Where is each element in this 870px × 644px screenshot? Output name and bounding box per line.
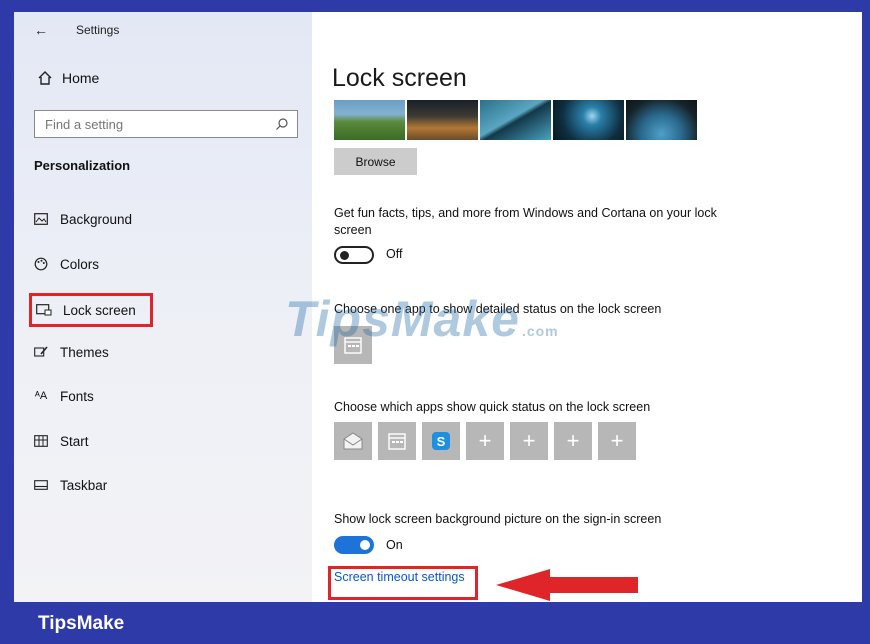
palette-icon [32,257,50,271]
background-thumbnail[interactable] [553,100,624,140]
plus-icon: + [478,428,492,453]
toggle-knob [340,251,349,260]
plus-icon: + [522,428,536,453]
search-input[interactable] [43,115,257,133]
fun-facts-state: Off [386,247,403,261]
search-box[interactable] [34,110,298,138]
footer-brand: TipsMake [38,613,125,634]
background-thumbnail[interactable] [407,100,478,140]
background-thumbnails [334,100,697,140]
sidebar-item-colors[interactable]: Colors [32,252,99,276]
quick-status-skype-button[interactable]: S [422,422,460,460]
section-title: Personalization [34,158,131,173]
font-icon: ᴬA [34,390,48,402]
quick-status-label: Choose which apps show quick status on t… [334,400,651,414]
start-icon [32,434,50,448]
watermark-text: TipsMake [285,291,520,347]
sidebar-item-label: Fonts [60,388,94,404]
sidebar-item-label: Taskbar [60,477,108,493]
sidebar-item-label: Lock screen [63,302,136,318]
search-icon[interactable] [275,117,289,131]
sidebar-item-background[interactable]: Background [32,207,132,231]
sidebar-item-start[interactable]: Start [32,429,89,453]
background-thumbnail[interactable] [626,100,697,140]
right-frame-bar [862,12,870,602]
sidebar-item-label: Colors [60,256,100,272]
footer-bar: TipsMake [0,602,870,644]
mail-icon [343,432,363,450]
quick-status-add-button[interactable]: + [466,422,504,460]
brush-icon [32,345,50,359]
taskbar-icon [32,478,50,492]
back-arrow-icon[interactable]: ← [34,22,54,38]
plus-icon: + [610,428,624,453]
sidebar-item-taskbar[interactable]: Taskbar [32,473,107,497]
sidebar-item-label: Themes [60,344,109,360]
fun-facts-toggle[interactable] [334,246,374,264]
browse-button[interactable]: Browse [334,148,417,175]
lock-screen-icon [35,303,53,317]
plus-icon: + [566,428,580,453]
home-label: Home [62,70,100,86]
skype-icon: S [432,432,450,450]
toggle-knob [360,540,370,550]
screen-timeout-link[interactable]: Screen timeout settings [334,570,465,584]
signin-background-state: On [386,538,403,552]
title-bar: ← Settings [34,22,119,38]
home-icon [38,71,52,85]
quick-status-add-button[interactable]: + [598,422,636,460]
quick-status-calendar-button[interactable] [378,422,416,460]
page-title: Lock screen [332,64,467,92]
watermark-suffix: .com [521,323,559,339]
top-frame-bar [0,0,870,12]
picture-icon [32,212,50,226]
window-title: Settings [76,23,120,37]
quick-status-mail-button[interactable] [334,422,372,460]
left-frame-bar [0,12,14,602]
home-link[interactable]: Home [34,70,99,86]
sidebar-item-themes[interactable]: Themes [32,340,109,364]
sidebar-item-fonts[interactable]: ᴬA Fonts [32,384,94,408]
quick-status-add-button[interactable]: + [554,422,592,460]
background-thumbnail[interactable] [480,100,551,140]
sidebar-item-lock-screen[interactable]: Lock screen [29,293,153,327]
signin-background-label: Show lock screen background picture on t… [334,512,662,526]
sidebar: ← Settings Home Personalization Backgrou… [14,12,312,602]
calendar-icon [388,433,406,450]
red-arrow-icon [496,569,638,601]
sidebar-item-label: Start [60,433,89,449]
background-thumbnail[interactable] [334,100,405,140]
svg-text:S: S [437,434,446,449]
fun-facts-label: Get fun facts, tips, and more from Windo… [334,206,717,237]
signin-background-toggle[interactable] [334,536,374,554]
sidebar-item-label: Background [60,211,133,227]
quick-status-add-button[interactable]: + [510,422,548,460]
watermark: TipsMake .com [285,290,559,348]
